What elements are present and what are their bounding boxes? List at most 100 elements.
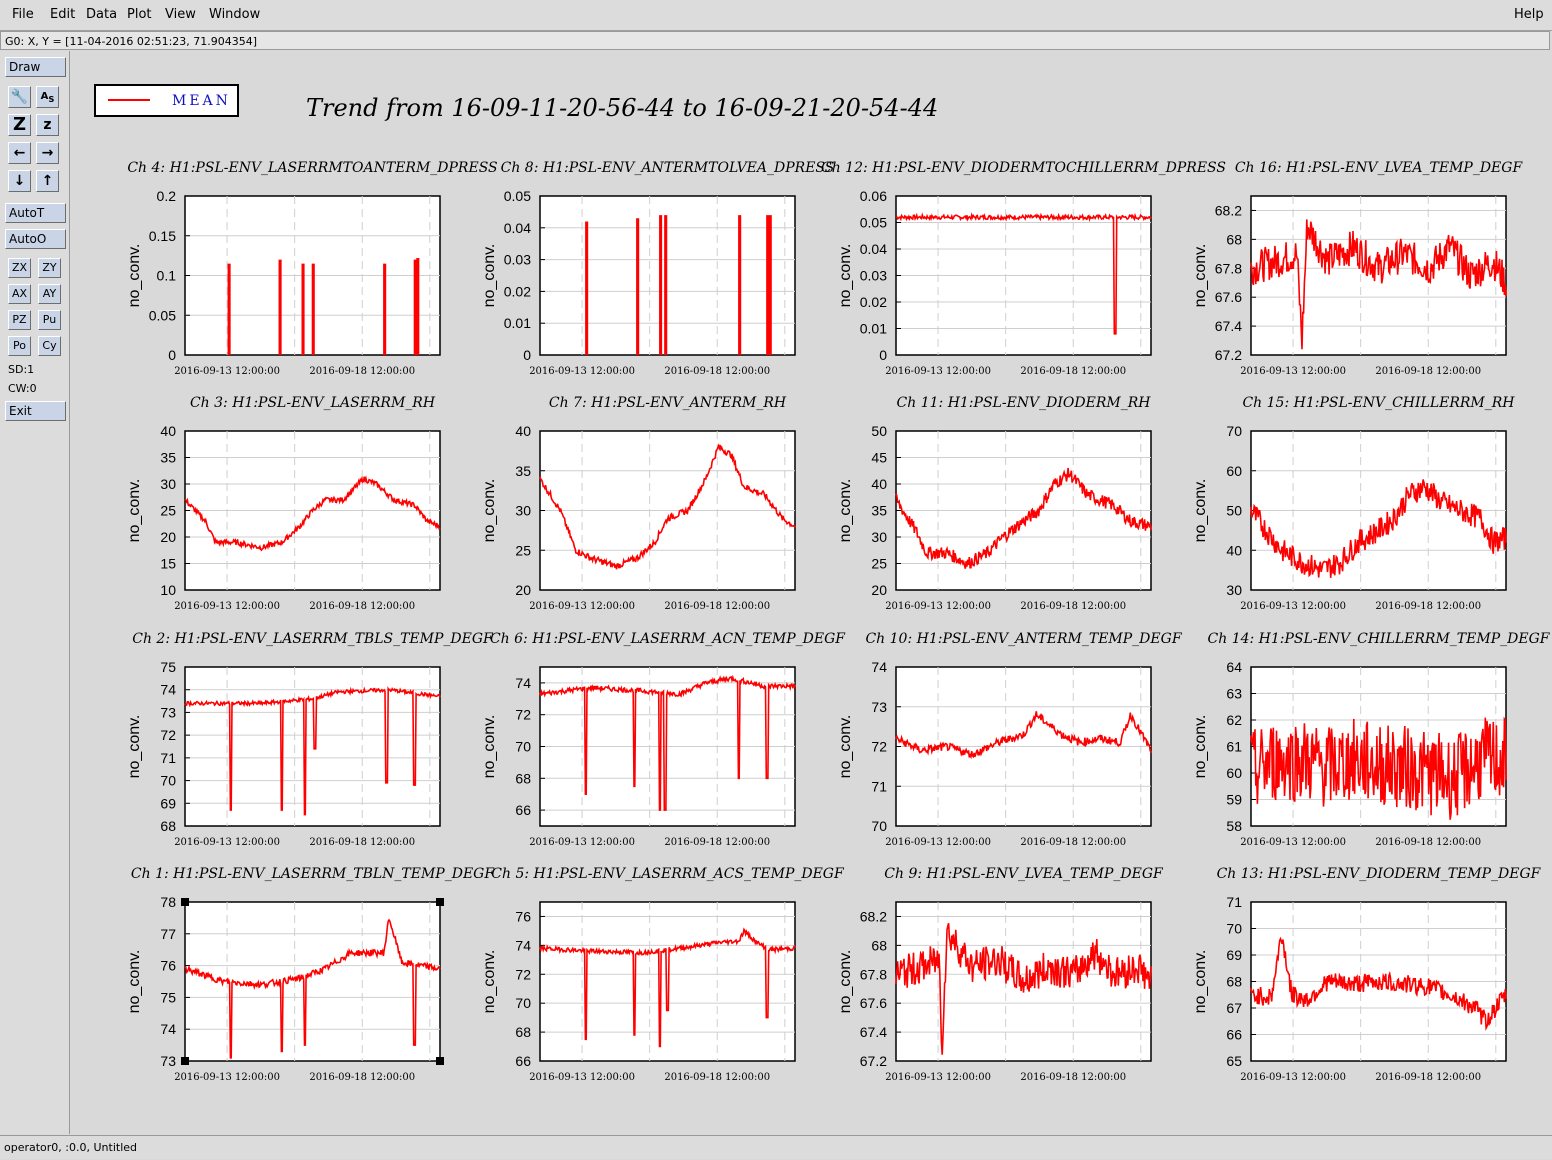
menu-view[interactable]: View xyxy=(165,7,196,22)
autot-button[interactable]: AutoT xyxy=(5,203,66,223)
y-tick-label: 67 xyxy=(1226,1000,1242,1016)
chart-1[interactable]: Ch 4: H1:PSL-ENV_LASERRMTOANTERM_DPRESS 0… xyxy=(126,160,498,377)
selection-handle xyxy=(181,898,189,906)
text-icon[interactable]: AS xyxy=(36,86,59,108)
y-tick-label: 25 xyxy=(515,542,531,558)
chart-16[interactable]: Ch 13: H1:PSL-ENV_DIODERM_TEMP_DEGF 65 66 6… xyxy=(1192,866,1542,1083)
autoo-button[interactable]: AutoO xyxy=(5,229,66,249)
wrench-icon[interactable]: 🔧 xyxy=(8,86,31,108)
y-tick-label: 72 xyxy=(871,739,887,755)
y-tick-label: 71 xyxy=(160,750,176,766)
chart-12[interactable]: Ch 14: H1:PSL-ENV_CHILLERRM_TEMP_DEGF 58 5… xyxy=(1192,631,1550,848)
x-tick-label: 2016-09-18 12:00:00 xyxy=(1375,837,1481,848)
legend-label: MEAN xyxy=(172,93,231,109)
y-tick-label: 0 xyxy=(879,347,887,363)
x-tick-label: 2016-09-18 12:00:00 xyxy=(309,601,415,612)
chart-title: Ch 8: H1:PSL-ENV_ANTERMTOLVEA_DPRESS xyxy=(501,160,835,176)
x-tick-label: 2016-09-18 12:00:00 xyxy=(309,837,415,848)
y-tick-label: 0.04 xyxy=(860,241,887,257)
status-bar: operator0, :0.0, Untitled xyxy=(0,1135,1552,1159)
menu-edit[interactable]: Edit xyxy=(50,7,75,22)
x-tick-label: 2016-09-13 12:00:00 xyxy=(174,366,280,377)
chart-11[interactable]: Ch 10: H1:PSL-ENV_ANTERM_TEMP_DEGF 70 71 72… xyxy=(837,631,1183,848)
y-tick-label: 0 xyxy=(523,347,531,363)
y-tick-label: 74 xyxy=(160,1021,176,1037)
y-tick-label: 68.2 xyxy=(1215,202,1242,218)
arrow-right-icon[interactable]: → xyxy=(36,142,59,164)
y-tick-label: 0.15 xyxy=(149,228,176,244)
y-tick-label: 67.6 xyxy=(860,995,887,1011)
arrow-up-icon[interactable]: ↑ xyxy=(36,170,59,192)
po-button[interactable]: Po xyxy=(8,336,31,356)
plot-frame xyxy=(539,901,796,1062)
chart-title: Ch 3: H1:PSL-ENV_LASERRM_RH xyxy=(190,395,436,411)
chart-title: Ch 15: H1:PSL-ENV_CHILLERRM_RH xyxy=(1242,395,1515,411)
chart-7[interactable]: Ch 11: H1:PSL-ENV_DIODERM_RH 20 25 30 35 40 45… xyxy=(837,395,1152,612)
y-tick-label: 64 xyxy=(1226,659,1242,675)
y-tick-label: 45 xyxy=(871,450,887,466)
chart-8[interactable]: Ch 15: H1:PSL-ENV_CHILLERRM_RH 30 40 50 60 70… xyxy=(1192,395,1515,612)
selection-handle xyxy=(181,1057,189,1065)
ay-button[interactable]: AY xyxy=(38,284,61,304)
y-tick-label: 63 xyxy=(1226,686,1242,702)
chart-9[interactable]: Ch 2: H1:PSL-ENV_LASERRM_TBLS_TEMP_DEGF 6… xyxy=(126,631,494,848)
x-tick-label: 2016-09-18 12:00:00 xyxy=(309,366,415,377)
y-tick-label: 76 xyxy=(160,958,176,974)
chart-14[interactable]: Ch 5: H1:PSL-ENV_LASERRM_ACS_TEMP_DEGF 66… xyxy=(481,866,845,1083)
y-tick-label: 73 xyxy=(871,699,887,715)
y-axis-label: no_conv. xyxy=(481,479,498,543)
chart-5[interactable]: Ch 3: H1:PSL-ENV_LASERRM_RH 10 15 20 25 30 35 4… xyxy=(126,395,441,612)
draw-button[interactable]: Draw xyxy=(5,57,66,77)
x-tick-label: 2016-09-18 12:00:00 xyxy=(1020,1072,1126,1083)
menu-plot[interactable]: Plot xyxy=(127,7,152,22)
x-tick-label: 2016-09-13 12:00:00 xyxy=(1240,366,1346,377)
ax-button[interactable]: AX xyxy=(8,284,31,304)
y-tick-label: 67.2 xyxy=(1215,347,1242,363)
plot-frame xyxy=(539,195,796,356)
chart-4[interactable]: Ch 16: H1:PSL-ENV_LVEA_TEMP_DEGF 67.2 67.4… xyxy=(1192,160,1523,377)
y-axis-label: no_conv. xyxy=(1192,950,1209,1014)
chart-10[interactable]: Ch 6: H1:PSL-ENV_LASERRM_ACN_TEMP_DEGF 66… xyxy=(481,631,846,848)
menu-data[interactable]: Data xyxy=(86,7,117,22)
menu-window[interactable]: Window xyxy=(209,7,260,22)
y-tick-label: 68 xyxy=(515,1024,531,1040)
y-axis-label: no_conv. xyxy=(837,950,854,1014)
y-tick-label: 77 xyxy=(160,926,176,942)
z-icon[interactable]: z xyxy=(36,114,59,136)
x-tick-label: 2016-09-13 12:00:00 xyxy=(885,366,991,377)
chart-3[interactable]: Ch 12: H1:PSL-ENV_DIODERMTOCHILLERRM_DPR… xyxy=(821,160,1226,377)
legend-box: MEAN xyxy=(94,84,239,117)
y-tick-label: 70 xyxy=(1226,423,1242,439)
zy-button[interactable]: ZY xyxy=(38,258,61,278)
cy-button[interactable]: Cy xyxy=(38,336,61,356)
zoom-z-icon[interactable]: Z xyxy=(8,114,31,136)
pu-button[interactable]: Pu xyxy=(38,310,61,330)
y-tick-label: 0.02 xyxy=(860,294,887,310)
chart-title: Ch 5: H1:PSL-ENV_LASERRM_ACS_TEMP_DEGF xyxy=(491,866,845,882)
y-tick-label: 30 xyxy=(160,476,176,492)
chart-title: Ch 11: H1:PSL-ENV_DIODERM_RH xyxy=(897,395,1152,411)
y-axis-label: no_conv. xyxy=(126,244,143,308)
y-axis-label: no_conv. xyxy=(837,244,854,308)
arrow-left-icon[interactable]: ← xyxy=(8,142,31,164)
menu-file[interactable]: File xyxy=(12,7,34,22)
y-tick-label: 0.06 xyxy=(860,188,887,204)
x-tick-label: 2016-09-13 12:00:00 xyxy=(529,601,635,612)
pz-button[interactable]: PZ xyxy=(8,310,31,330)
menu-help[interactable]: Help xyxy=(1514,7,1544,22)
y-axis-label: no_conv. xyxy=(837,479,854,543)
exit-button[interactable]: Exit xyxy=(5,401,66,421)
chart-title: Ch 14: H1:PSL-ENV_CHILLERRM_TEMP_DEGF xyxy=(1208,631,1550,647)
zx-button[interactable]: ZX xyxy=(8,258,31,278)
plot-canvas[interactable]: MEAN Trend from 16-09-11-20-56-44 to 16-… xyxy=(70,51,1550,1134)
y-tick-label: 68 xyxy=(160,818,176,834)
chart-15[interactable]: Ch 9: H1:PSL-ENV_LVEA_TEMP_DEGF 67.2 67.4 6… xyxy=(837,866,1164,1083)
y-tick-label: 35 xyxy=(515,463,531,479)
y-tick-label: 35 xyxy=(871,503,887,519)
chart-2[interactable]: Ch 8: H1:PSL-ENV_ANTERMTOLVEA_DPRESS 0 0.0… xyxy=(481,160,834,377)
x-tick-label: 2016-09-13 12:00:00 xyxy=(885,837,991,848)
arrow-down-icon[interactable]: ↓ xyxy=(8,170,31,192)
y-tick-label: 67.4 xyxy=(860,1024,887,1040)
y-tick-label: 71 xyxy=(1226,894,1242,910)
chart-6[interactable]: Ch 7: H1:PSL-ENV_ANTERM_RH 20 25 30 35 40 2016… xyxy=(481,395,796,612)
